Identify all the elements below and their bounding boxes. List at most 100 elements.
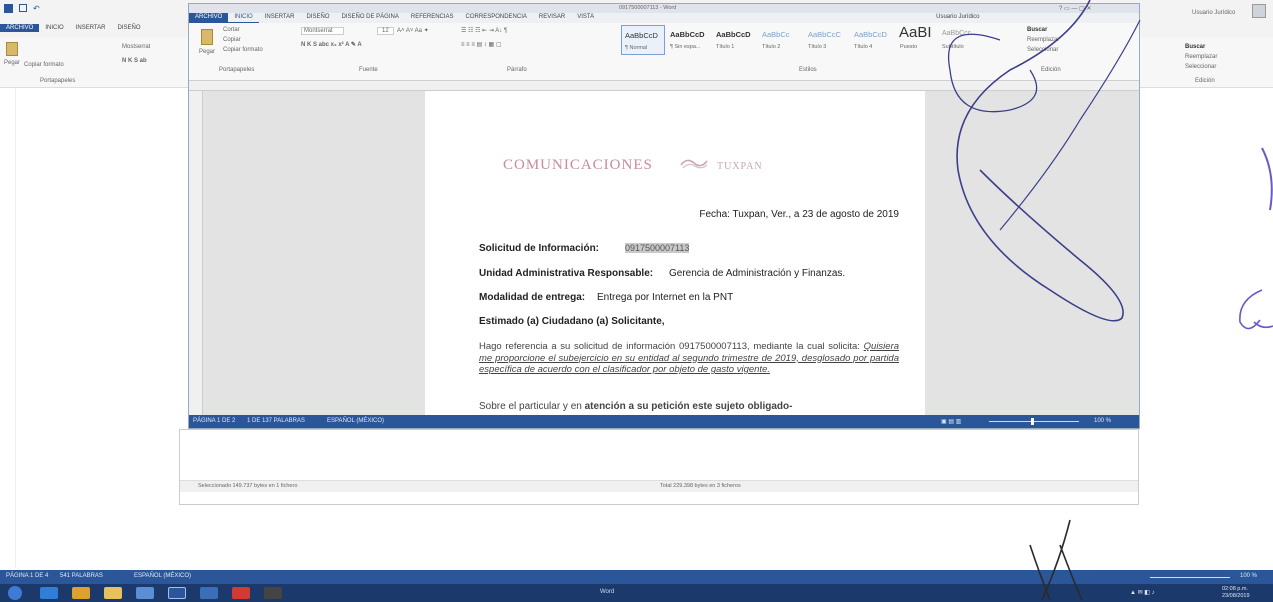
inner-view-modes-icon[interactable]: ▣ ▤ ▥ [941,418,961,425]
explorer-selected-text: Seleccionado 149.737 bytes en 1 fichero [198,483,298,489]
outer-tab-diseno[interactable]: DISEÑO [111,24,146,32]
outer-tab-inicio[interactable]: INICIO [39,24,69,32]
style-normal[interactable]: AaBbCcD ¶ Normal [621,25,665,55]
outer-quick-access: ↶ [4,4,54,13]
style-no-spacing[interactable]: AaBbCcD ¶ Sin espa... [667,25,711,55]
logo-comunicaciones: COMUNICACIONES [503,157,653,173]
inner-font-name-select[interactable]: Montserrat [301,27,344,35]
inner-copy-button[interactable]: Copiar [223,37,241,43]
inner-copy-format-button[interactable]: Copiar formato [223,47,263,53]
inner-tab-diseno-pagina[interactable]: DISEÑO DE PÁGINA [336,13,405,23]
outer-replace-button[interactable]: Reemplazar [1185,54,1217,60]
outer-status-page[interactable]: PÁGINA 1 DE 4 [6,573,48,579]
file-explorer-fragment: Seleccionado 149.737 bytes en 1 fichero … [179,429,1139,505]
start-button-icon[interactable] [8,586,22,600]
outer-zoom-level[interactable]: 100 % [1240,573,1257,579]
inner-status-page[interactable]: PÁGINA 1 DE 2 [193,418,235,424]
greeting: Estimado (a) Ciudadano (a) Solicitante, [479,316,665,327]
delivery-label: Modalidad de entrega: [479,292,586,303]
ie-browser-icon[interactable] [40,587,58,599]
inner-replace-button[interactable]: Reemplazar [1027,37,1059,43]
clock-time[interactable]: 02:08 p.m. [1222,586,1248,592]
taskbar-center-label[interactable]: Word [600,589,614,595]
inner-zoom-thumb[interactable] [1031,418,1034,425]
outer-tab-archivo[interactable]: ARCHIVO [0,24,40,32]
inner-ribbon: Pegar Cortar Copiar Copiar formato Porta… [189,23,1139,81]
inner-title-bar: 0917500007113 - Word ? ▭ — ▢ ✕ [189,4,1139,13]
outlook-icon[interactable] [136,587,154,599]
inner-font-grow-icons[interactable]: A˄ A˅ Aa ✦ [397,27,429,34]
outer-font-name[interactable]: Mostserrat [122,44,150,50]
outer-status-words[interactable]: 541 PALABRAS [60,573,103,579]
style-subtitle[interactable]: AaBbCcc Subtítulo [939,25,981,55]
inner-paste-button[interactable]: Pegar [199,49,215,55]
inner-list-icons[interactable]: ☰ ☷ ☶ ⇤ ⇥ A↓ ¶ [461,27,507,34]
file-explorer-icon[interactable] [104,587,122,599]
inner-word-window: 0917500007113 - Word ? ▭ — ▢ ✕ ARCHIVO I… [188,3,1140,429]
inner-cut-button[interactable]: Cortar [223,27,240,33]
style-title[interactable]: AaBI Puesto [897,24,937,55]
outer-paste-button[interactable]: Pegar [4,60,20,66]
inner-user-name[interactable]: Usuario Jurídico [930,13,985,23]
word-taskbar-icon[interactable] [168,587,186,599]
inner-tab-correspondencia[interactable]: CORRESPONDENCIA [460,13,533,23]
word-logo-icon[interactable] [4,4,13,13]
windows-taskbar: Word ▲ ✉ ◧ ♪ 02:08 p.m. 23/08/2019 [0,584,1273,602]
undo-icon[interactable]: ↶ [33,4,40,13]
inner-tab-archivo[interactable]: ARCHIVO [189,13,229,23]
date-line: Fecha: Tuxpan, Ver., a 23 de agosto de 2… [699,209,899,220]
inner-tab-insertar[interactable]: INSERTAR [259,13,301,23]
inner-zoom-slider[interactable] [989,421,1079,422]
outer-tab-insertar[interactable]: INSERTAR [70,24,112,32]
outer-select-button[interactable]: Seleccionar [1185,64,1216,70]
inner-zoom-level[interactable]: 100 % [1094,418,1111,424]
inner-tab-diseno[interactable]: DISEÑO [300,13,335,23]
unit-label: Unidad Administrativa Responsable: [479,268,654,279]
style-heading-2[interactable]: AaBbCc Título 2 [759,25,803,55]
style-heading-1[interactable]: AaBbCcD Título 1 [713,25,757,55]
outer-bold-italic-icons[interactable]: N K S ab [122,58,147,64]
outer-edit-group: Edición [1195,78,1215,84]
inner-align-icons[interactable]: ≡ ≡ ≡ ▤ ↕ ▦ ▢ [461,41,502,48]
inner-format-buttons-icons[interactable]: N K S abc x₂ x² A ✎ A [301,41,362,48]
paragraph-1-start: Hago referencia a su solicitud de inform… [479,341,860,352]
document-page[interactable]: COMUNICACIONES TUXPAN Fecha: Tuxpan, Ver… [425,91,925,415]
style-heading-3[interactable]: AaBbCcC Título 3 [805,25,849,55]
inner-tab-referencias[interactable]: REFERENCIAS [405,13,460,23]
system-tray-icons[interactable]: ▲ ✉ ◧ ♪ [1130,589,1155,596]
inner-status-lang[interactable]: ESPAÑOL (MÉXICO) [327,418,384,424]
outer-status-lang[interactable]: ESPAÑOL (MÉXICO) [134,573,191,579]
inner-select-button[interactable]: Seleccionar [1027,47,1058,53]
inner-status-words[interactable]: 1 DE 137 PALABRAS [247,418,305,424]
clock-date[interactable]: 23/08/2019 [1222,593,1250,599]
calculator-icon[interactable] [264,587,282,599]
explorer-total-text: Total 229.398 bytes en 3 ficheros [660,483,741,489]
media-player-icon[interactable] [200,587,218,599]
outer-zoom-slider[interactable] [1150,577,1230,578]
outer-vertical-ruler [0,88,16,568]
inner-find-button[interactable]: Buscar [1027,27,1047,33]
outer-user-name[interactable]: Usuario Jurídico [1192,10,1235,16]
paragraph-2-start: Sobre el particular y en [479,401,582,412]
inner-font-group: Fuente [359,67,378,73]
inner-font-size-select[interactable]: 12 [377,27,394,35]
inner-horizontal-ruler[interactable] [189,81,1139,91]
logo-wave-icon [680,159,708,169]
unit-value: Gerencia de Administración y Finanzas. [669,268,846,279]
inner-tab-inicio[interactable]: INICIO [228,13,259,23]
save-icon[interactable] [19,4,27,12]
chrome-browser-icon[interactable] [72,587,90,599]
outer-copy-format-button[interactable]: Copiar formato [24,62,64,68]
outer-find-button[interactable]: Buscar [1185,44,1205,50]
inner-tab-vista[interactable]: VISTA [571,13,600,23]
styles-gallery: AaBbCcD ¶ Normal AaBbCcD ¶ Sin espa... A… [621,24,981,61]
outer-avatar[interactable] [1252,4,1266,18]
inner-status-bar: PÁGINA 1 DE 2 1 DE 137 PALABRAS ESPAÑOL … [189,415,1139,428]
inner-tab-revisar[interactable]: REVISAR [533,13,571,23]
inner-window-controls-icon[interactable]: ? ▭ — ▢ ✕ [1059,5,1091,12]
inner-vertical-ruler[interactable] [189,91,203,415]
style-heading-4[interactable]: AaBbCcD Título 4 [851,25,895,55]
acrobat-icon[interactable] [232,587,250,599]
paragraph-1: Hago referencia a su solicitud de inform… [479,341,899,376]
request-number: 0917500007113 [625,243,690,253]
